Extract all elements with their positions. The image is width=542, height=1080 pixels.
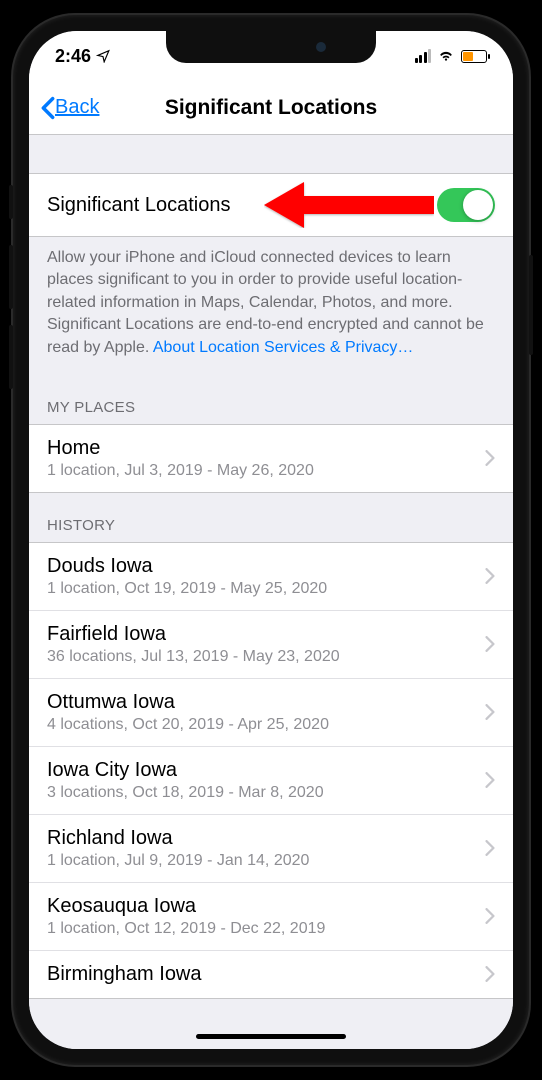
battery-icon bbox=[461, 50, 487, 63]
list-item[interactable]: Home 1 location, Jul 3, 2019 - May 26, 20… bbox=[29, 425, 513, 492]
phone-frame: 2:46 Back Significant Locations Signific… bbox=[13, 15, 529, 1065]
list-item-subtitle: 1 location, Jul 9, 2019 - Jan 14, 2020 bbox=[47, 852, 309, 870]
toggle-label: Significant Locations bbox=[47, 194, 230, 217]
home-indicator[interactable] bbox=[196, 1034, 346, 1039]
list-item-subtitle: 3 locations, Oct 18, 2019 - Mar 8, 2020 bbox=[47, 784, 324, 802]
list-item-subtitle: 1 location, Oct 19, 2019 - May 25, 2020 bbox=[47, 580, 327, 598]
history-list: Douds Iowa 1 location, Oct 19, 2019 - May… bbox=[29, 542, 513, 999]
list-item-title: Keosauqua Iowa bbox=[47, 895, 325, 918]
list-item[interactable]: Keosauqua Iowa 1 location, Oct 12, 2019 -… bbox=[29, 883, 513, 951]
screen: 2:46 Back Significant Locations Signific… bbox=[29, 31, 513, 1049]
mute-switch bbox=[9, 185, 13, 219]
chevron-right-icon bbox=[485, 568, 495, 584]
list-item-title: Iowa City Iowa bbox=[47, 759, 324, 782]
history-header: HISTORY bbox=[29, 493, 513, 542]
status-time: 2:46 bbox=[55, 46, 91, 67]
list-item-title: Richland Iowa bbox=[47, 827, 309, 850]
list-item[interactable]: Fairfield Iowa 36 locations, Jul 13, 2019… bbox=[29, 611, 513, 679]
location-icon bbox=[96, 49, 110, 63]
back-button[interactable]: Back bbox=[41, 96, 99, 120]
chevron-right-icon bbox=[485, 840, 495, 856]
chevron-right-icon bbox=[485, 636, 495, 652]
notch bbox=[166, 31, 376, 63]
power-button bbox=[529, 255, 533, 355]
chevron-right-icon bbox=[485, 966, 495, 982]
list-item-subtitle: 36 locations, Jul 13, 2019 - May 23, 202… bbox=[47, 648, 340, 666]
wifi-icon bbox=[437, 49, 455, 63]
volume-up bbox=[9, 245, 13, 309]
list-item[interactable]: Douds Iowa 1 location, Oct 19, 2019 - May… bbox=[29, 543, 513, 611]
nav-bar: Back Significant Locations bbox=[29, 81, 513, 135]
list-item[interactable]: Iowa City Iowa 3 locations, Oct 18, 2019 … bbox=[29, 747, 513, 815]
back-label: Back bbox=[55, 96, 99, 119]
camera-dot bbox=[316, 42, 326, 52]
my-places-header: MY PLACES bbox=[29, 375, 513, 424]
privacy-link[interactable]: About Location Services & Privacy… bbox=[153, 339, 414, 356]
list-item-title: Fairfield Iowa bbox=[47, 623, 340, 646]
my-places-list: Home 1 location, Jul 3, 2019 - May 26, 20… bbox=[29, 424, 513, 493]
chevron-left-icon bbox=[41, 96, 55, 120]
list-item-title: Douds Iowa bbox=[47, 555, 327, 578]
toggle-knob bbox=[463, 190, 493, 220]
list-item-title: Home bbox=[47, 437, 314, 460]
list-item-title: Birmingham Iowa bbox=[47, 963, 202, 986]
cellular-icon bbox=[415, 49, 432, 63]
list-item[interactable]: Birmingham Iowa bbox=[29, 951, 513, 998]
callout-arrow-icon bbox=[264, 182, 434, 228]
significant-locations-toggle[interactable] bbox=[437, 188, 495, 222]
list-item-subtitle: 4 locations, Oct 20, 2019 - Apr 25, 2020 bbox=[47, 716, 329, 734]
list-item-subtitle: 1 location, Oct 12, 2019 - Dec 22, 2019 bbox=[47, 920, 325, 938]
list-item-title: Ottumwa Iowa bbox=[47, 691, 329, 714]
page-title: Significant Locations bbox=[165, 96, 377, 120]
chevron-right-icon bbox=[485, 772, 495, 788]
chevron-right-icon bbox=[485, 908, 495, 924]
chevron-right-icon bbox=[485, 450, 495, 466]
list-item[interactable]: Richland Iowa 1 location, Jul 9, 2019 - J… bbox=[29, 815, 513, 883]
volume-down bbox=[9, 325, 13, 389]
list-item-subtitle: 1 location, Jul 3, 2019 - May 26, 2020 bbox=[47, 462, 314, 480]
list-item[interactable]: Ottumwa Iowa 4 locations, Oct 20, 2019 - … bbox=[29, 679, 513, 747]
significant-locations-toggle-row: Significant Locations bbox=[29, 173, 513, 237]
chevron-right-icon bbox=[485, 704, 495, 720]
content-scroll[interactable]: Significant Locations Allow your iPhone … bbox=[29, 135, 513, 1049]
description-text: Allow your iPhone and iCloud connected d… bbox=[29, 237, 513, 375]
